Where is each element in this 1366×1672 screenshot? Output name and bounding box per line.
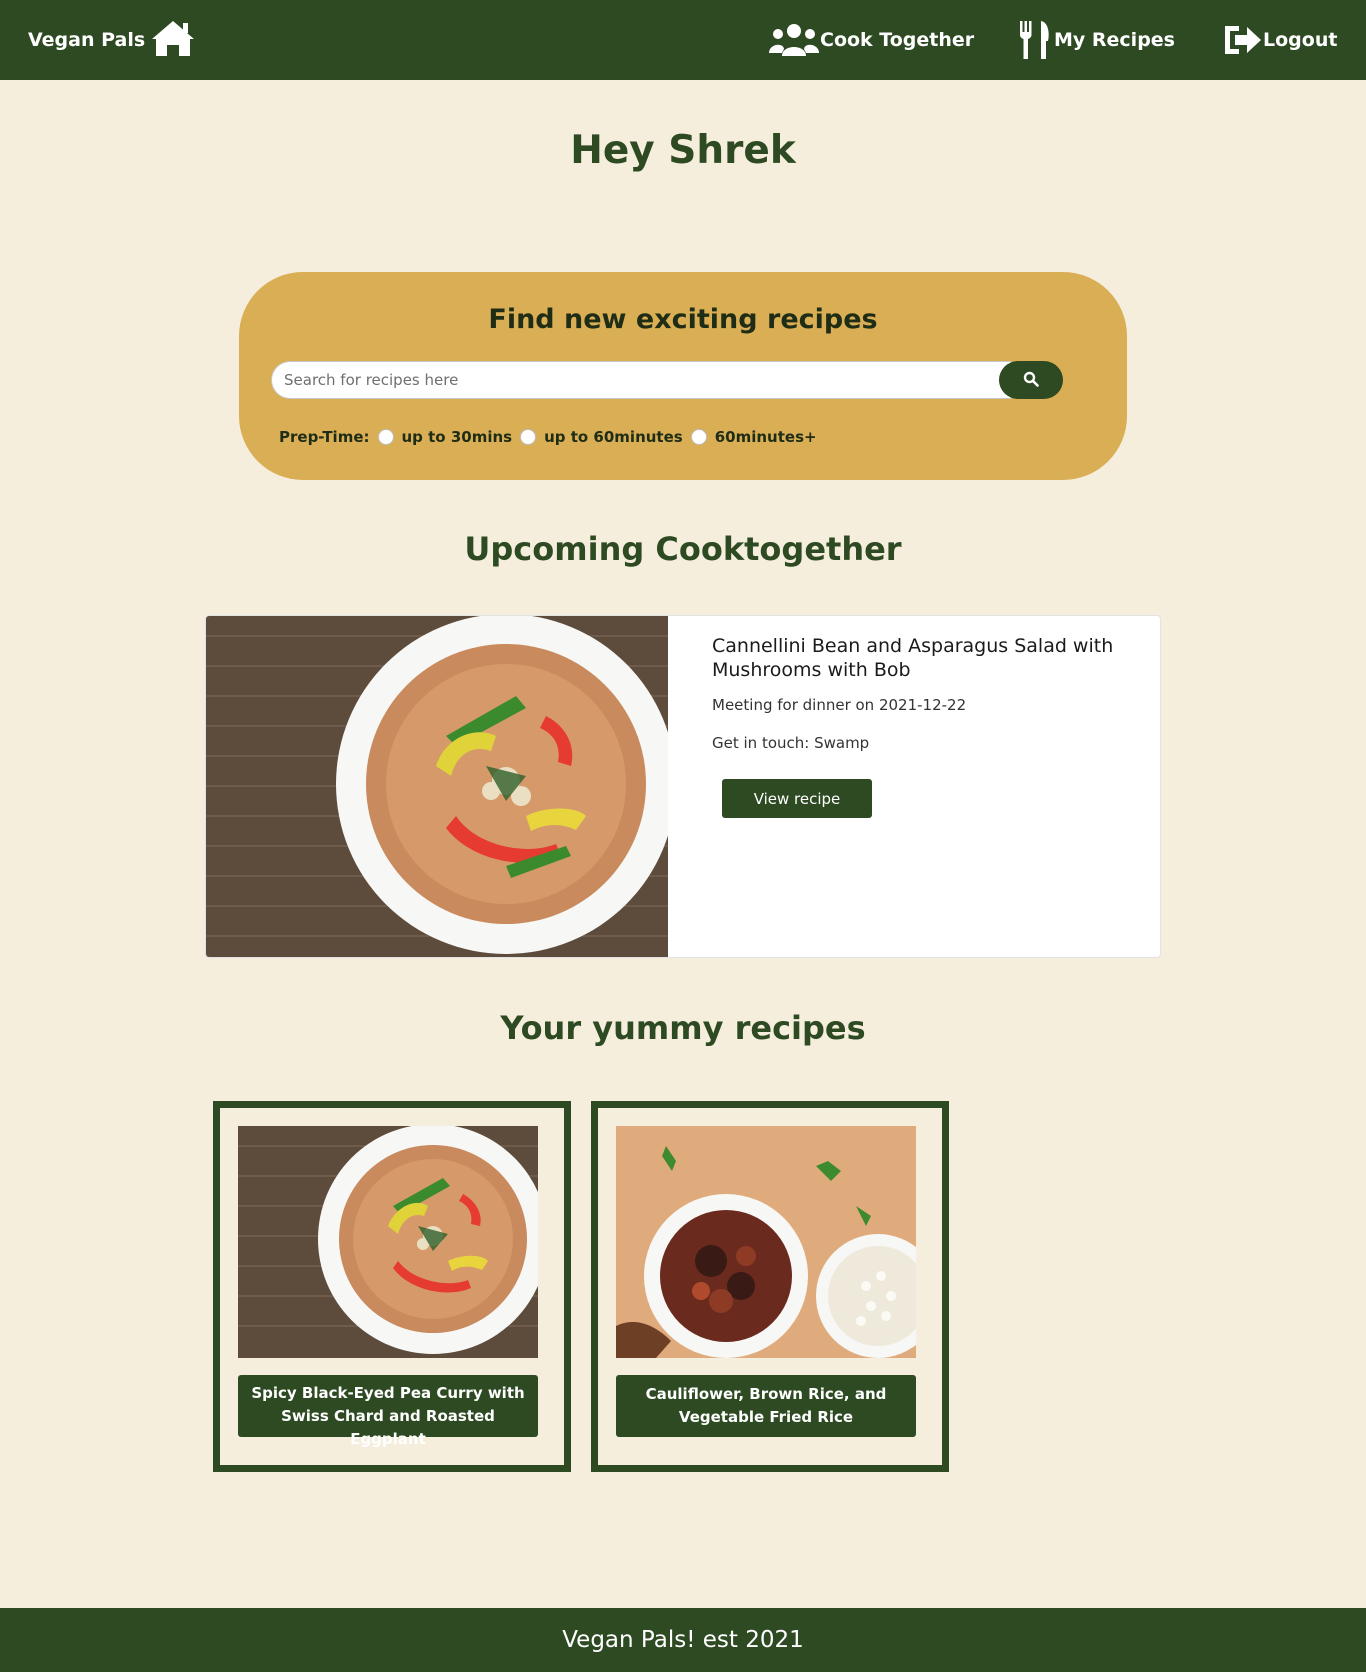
recipe-title-button[interactable]: Spicy Black-Eyed Pea Curry with Swiss Ch… xyxy=(238,1375,538,1448)
recipe-title-button[interactable]: Cauliflower, Brown Rice, and Vegetable F… xyxy=(616,1375,916,1437)
stew-and-rice-photo xyxy=(616,1126,916,1358)
home-icon[interactable] xyxy=(150,18,196,58)
radio-up-to-60[interactable] xyxy=(520,429,537,445)
search-input[interactable] xyxy=(271,361,1011,399)
cooktogether-card: Cannellini Bean and Asparagus Salad with… xyxy=(205,615,1161,958)
recipe-card: Cauliflower, Brown Rice, and Vegetable F… xyxy=(591,1101,949,1472)
cooktogether-title: Cannellini Bean and Asparagus Salad with… xyxy=(712,635,1114,681)
radio-up-to-30-label: up to 30mins xyxy=(401,428,513,446)
nav-logout[interactable]: Logout xyxy=(1221,0,1337,80)
search-button[interactable] xyxy=(999,361,1063,399)
search-icon xyxy=(1023,371,1039,390)
radio-60-plus-label: 60minutes+ xyxy=(714,428,817,446)
radio-up-to-60-label: up to 60minutes xyxy=(544,428,683,446)
utensils-icon xyxy=(1018,19,1054,61)
radio-up-to-30[interactable] xyxy=(377,429,394,445)
nav-cook-together-label: Cook Together xyxy=(820,29,975,51)
upcoming-heading: Upcoming Cooktogether xyxy=(464,530,902,568)
prep-time-label: Prep-Time: xyxy=(279,428,370,446)
curry-bowl-photo xyxy=(238,1126,538,1358)
cooktogether-body: Cannellini Bean and Asparagus Salad with… xyxy=(712,634,1132,752)
greeting-heading: Hey Shrek xyxy=(570,128,796,173)
brand-link[interactable]: Vegan Pals xyxy=(28,0,145,80)
cooktogether-meeting: Meeting for dinner on 2021-12-22 xyxy=(712,696,967,714)
search-title: Find new exciting recipes xyxy=(488,304,878,335)
prep-time-filter: Prep-Time: up to 30mins up to 60minutes … xyxy=(279,426,825,448)
yummy-recipes-heading: Your yummy recipes xyxy=(500,1009,866,1047)
search-panel: Find new exciting recipes Prep-Time: up … xyxy=(239,272,1127,480)
nav-cook-together[interactable]: Cook Together xyxy=(768,0,974,80)
radio-60-plus[interactable] xyxy=(690,429,707,445)
nav-logout-label: Logout xyxy=(1263,29,1338,51)
recipe-card: Spicy Black-Eyed Pea Curry with Swiss Ch… xyxy=(213,1101,571,1472)
cooktogether-contact: Get in touch: Swamp xyxy=(712,734,870,752)
footer: Vegan Pals! est 2021 xyxy=(0,1608,1366,1672)
view-recipe-button[interactable]: View recipe xyxy=(722,779,872,818)
logout-icon xyxy=(1221,22,1263,58)
nav-my-recipes[interactable]: My Recipes xyxy=(1018,0,1175,80)
curry-bowl-photo xyxy=(206,616,668,957)
users-icon xyxy=(768,22,820,58)
nav-my-recipes-label: My Recipes xyxy=(1054,29,1175,51)
navbar: Vegan Pals Cook Together My Recipes Logo… xyxy=(0,0,1366,80)
